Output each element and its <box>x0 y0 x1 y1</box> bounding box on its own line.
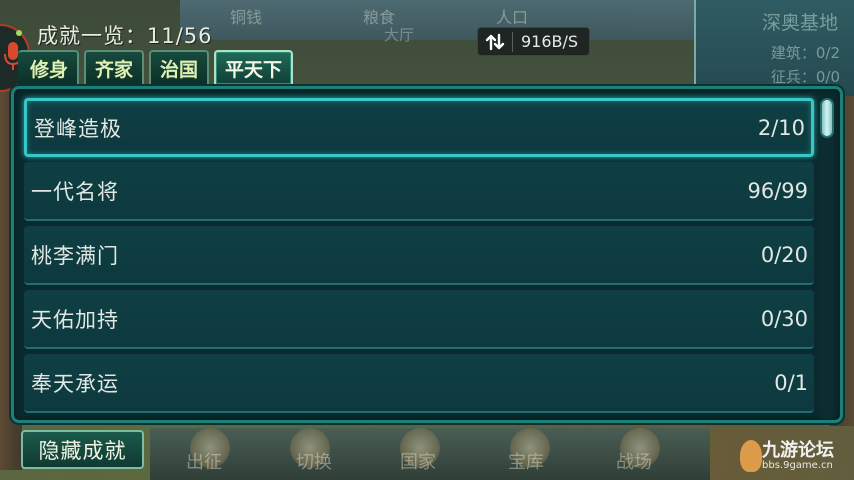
resource-copper-label: 铜钱 <box>230 8 263 27</box>
achievement-name: 登峰造极 <box>34 116 122 141</box>
achievement-row[interactable]: 桃李满门 0/20 <box>24 226 814 285</box>
achievement-row[interactable]: 天佑加持 0/30 <box>24 290 814 349</box>
achievement-name: 一代名将 <box>31 179 119 204</box>
watermark-title: 九游论坛 <box>762 440 834 461</box>
achievement-list-panel: 登峰造极 2/10 一代名将 96/99 桃李满门 0/20 天佑加持 0/30… <box>11 86 843 423</box>
scroll-thumb[interactable] <box>820 98 834 138</box>
achievement-progress: 0/20 <box>760 242 808 267</box>
achievement-progress: 2/10 <box>757 115 805 140</box>
menu-switch[interactable]: 切换 <box>296 448 332 474</box>
forum-watermark: 九游论坛 bbs.9game.cn <box>740 436 848 476</box>
region-info-panel: 深奥基地 建筑：0/2 征兵：0/0 <box>694 0 854 96</box>
achievement-list: 登峰造极 2/10 一代名将 96/99 桃李满门 0/20 天佑加持 0/30… <box>24 98 814 418</box>
bottom-menu-bar: 出征 切换 国家 宝库 战场 <box>150 428 710 480</box>
achievement-progress: 96/99 <box>747 178 808 203</box>
list-scrollbar[interactable] <box>820 98 834 420</box>
menu-expedition[interactable]: 出征 <box>186 448 222 474</box>
hide-achievements-button[interactable]: 隐藏成就 <box>21 430 144 469</box>
resource-population-label: 人口 <box>496 8 529 27</box>
achievement-name: 奉天承运 <box>31 371 119 396</box>
tab-governance[interactable]: 治国 <box>149 50 210 84</box>
watermark-url: bbs.9game.cn <box>762 460 833 471</box>
region-title: 深奥基地 <box>761 12 838 34</box>
achievement-row[interactable]: 一代名将 96/99 <box>24 162 814 221</box>
achievement-progress: 0/1 <box>774 370 808 395</box>
menu-nation[interactable]: 国家 <box>400 448 436 474</box>
achievement-name: 桃李满门 <box>31 243 119 268</box>
menu-treasury[interactable]: 宝库 <box>508 448 544 474</box>
forum-logo-icon <box>740 440 762 472</box>
achievement-tabs: 修身 齐家 治国 平天下 <box>18 50 294 84</box>
region-recruits: 征兵：0/0 <box>770 68 840 86</box>
network-rate: 916B/S <box>521 32 579 51</box>
menu-battlefield[interactable]: 战场 <box>616 448 652 474</box>
online-status-dot <box>16 30 22 36</box>
hall-label: 大厅 <box>384 26 415 44</box>
page-title: 成就一览：11/56 <box>37 24 213 48</box>
network-speed-indicator: 916B/S <box>477 27 590 56</box>
tab-self-cultivation[interactable]: 修身 <box>18 50 80 84</box>
region-buildings: 建筑：0/2 <box>770 44 840 62</box>
tab-world[interactable]: 平天下 <box>214 50 294 84</box>
achievement-row[interactable]: 登峰造极 2/10 <box>24 98 814 157</box>
resource-bar: 铜钱 粮食 人口 <box>180 0 700 40</box>
achievement-progress: 0/30 <box>760 306 808 331</box>
achievement-row[interactable]: 奉天承运 0/1 <box>24 354 814 413</box>
tab-family[interactable]: 齐家 <box>84 50 145 84</box>
achievement-name: 天佑加持 <box>31 307 119 332</box>
transfer-arrows-icon <box>478 32 512 52</box>
